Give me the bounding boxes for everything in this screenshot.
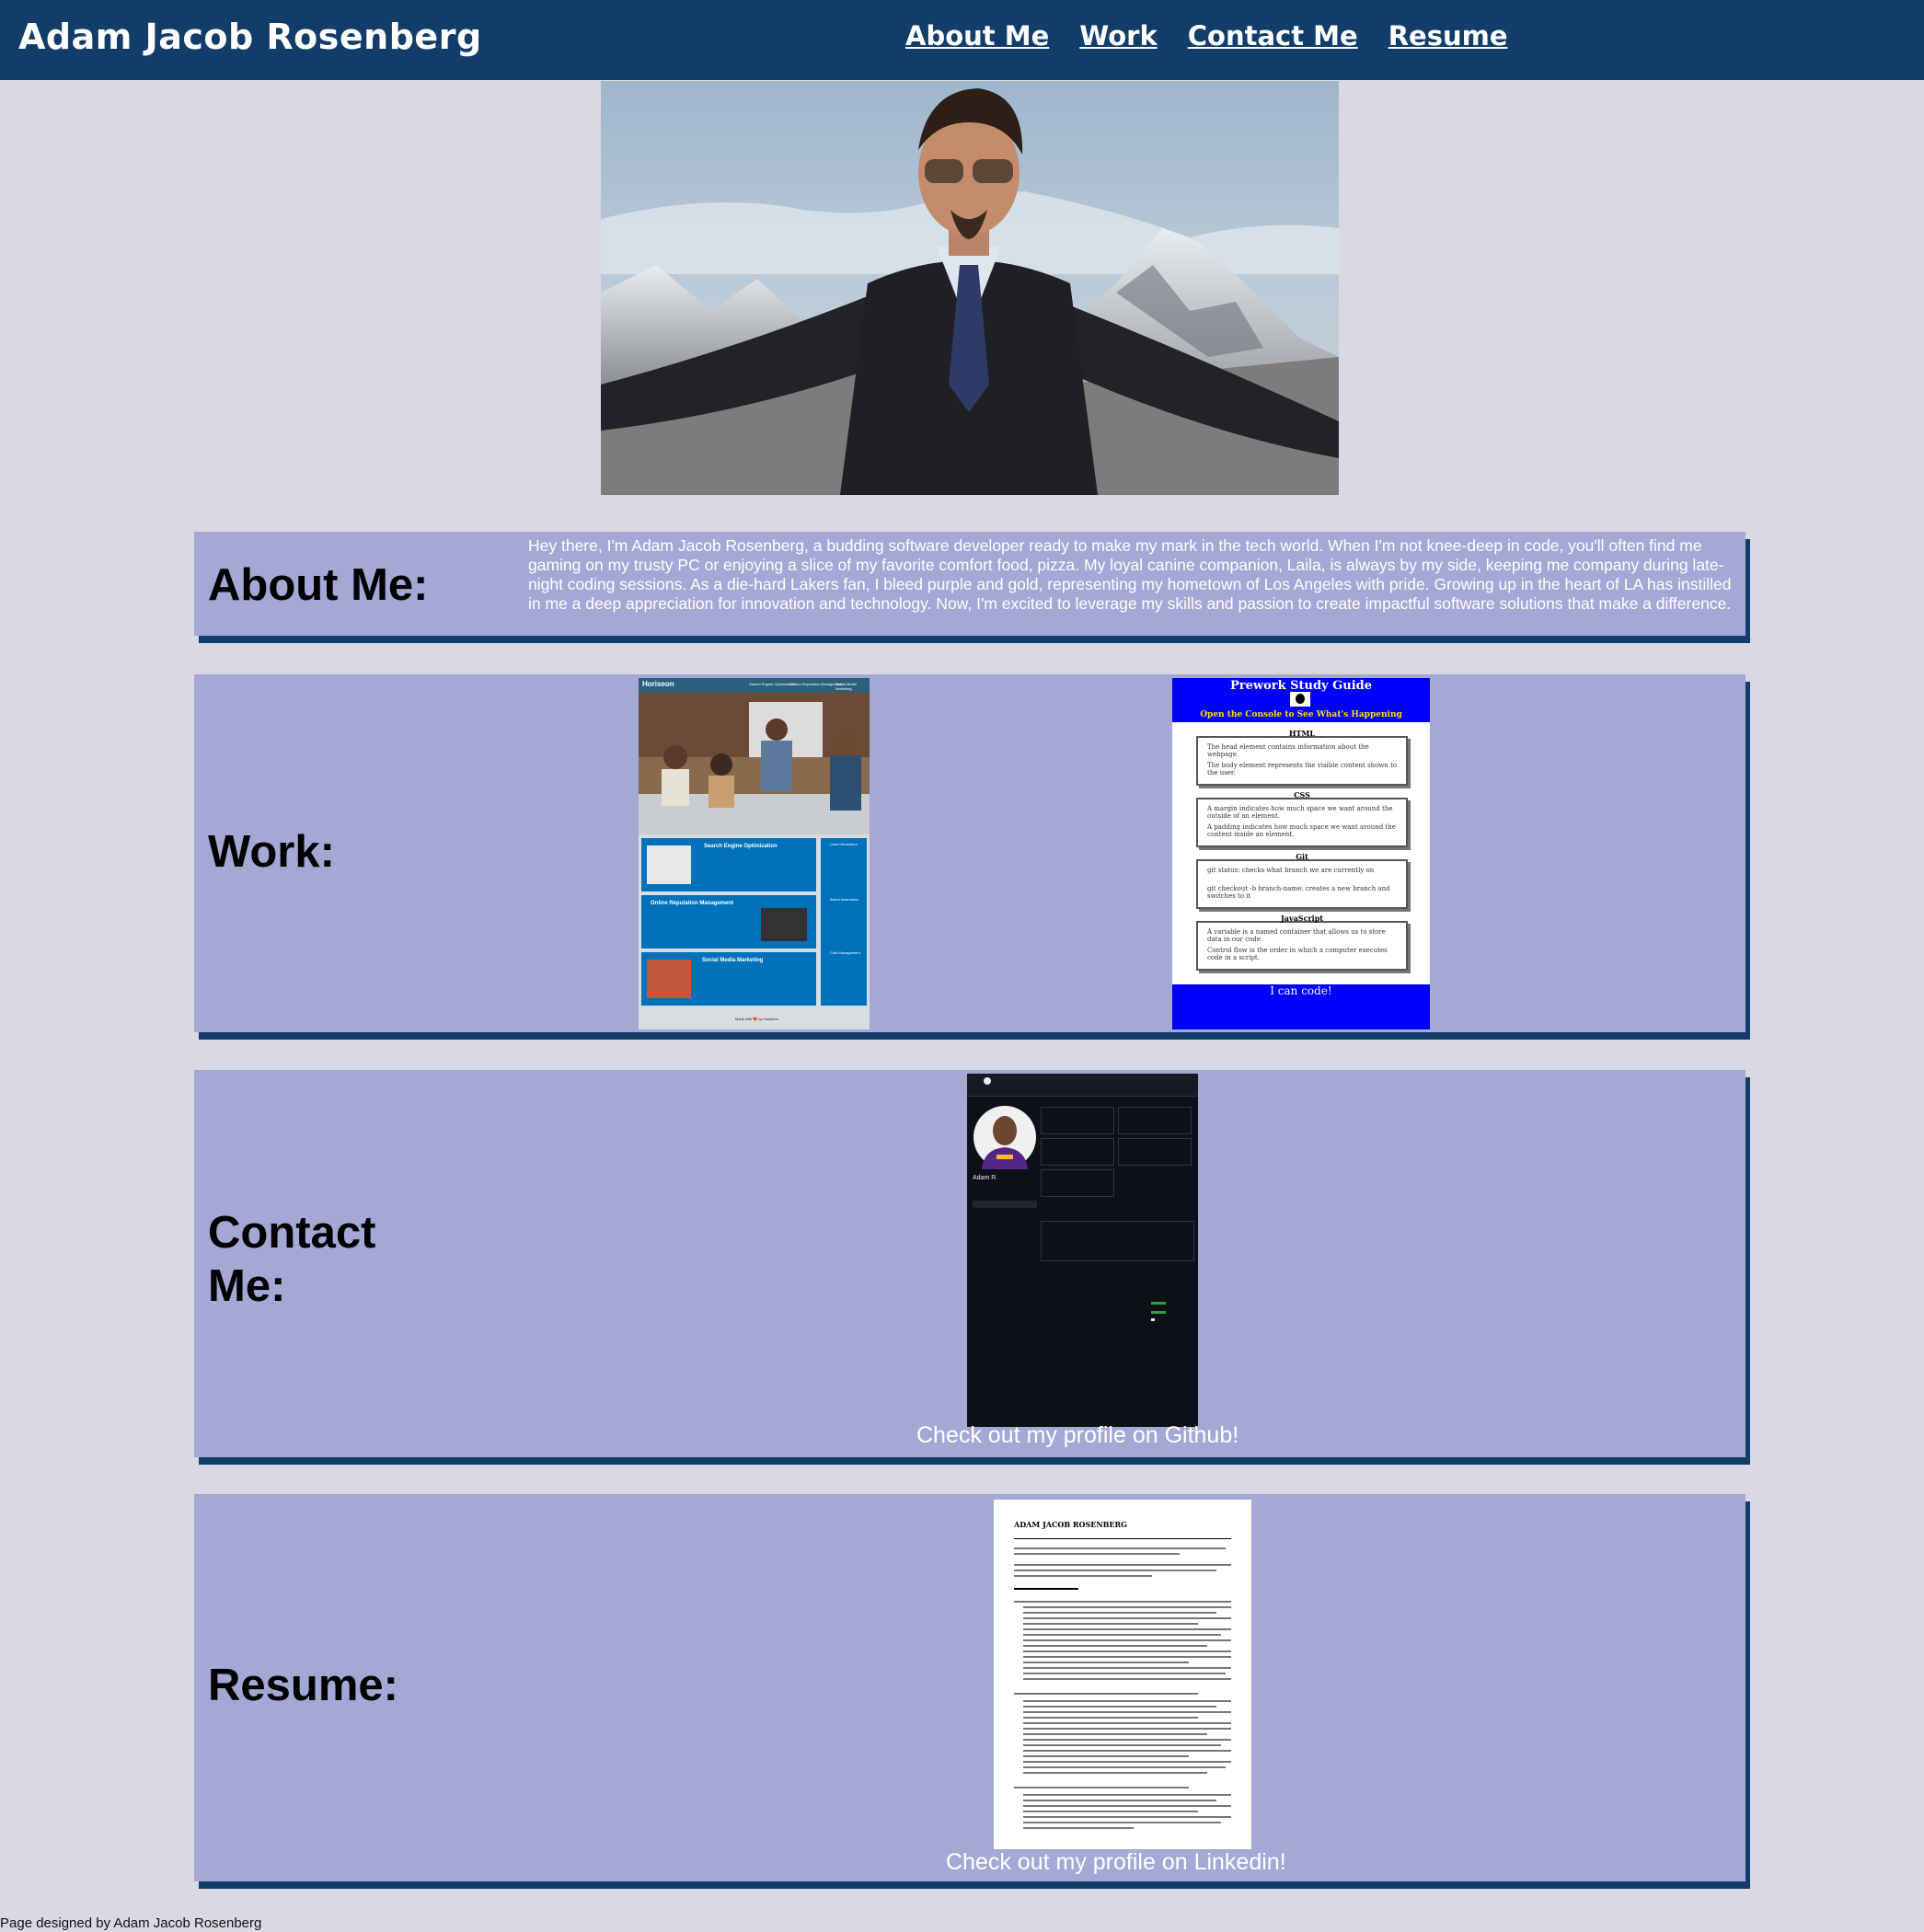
prework-project-link[interactable]: Prework Study Guide Open the Console to … (1172, 678, 1430, 1029)
site-title: Adam Jacob Rosenberg (18, 17, 482, 57)
avatar (974, 1106, 1036, 1169)
prework-topic-title: HTML (1289, 729, 1315, 738)
github-activity (1041, 1267, 1192, 1368)
horiseon-card-2: Online Reputation Management (641, 895, 816, 949)
contact-heading: Contact Me: (208, 1208, 376, 1311)
horiseon-nav-3: Social Media Marketing (835, 682, 857, 691)
linkedin-link[interactable]: Check out my profile on Linkedin! (946, 1849, 1286, 1876)
about-section: About Me: Hey there, I'm Adam Jacob Rose… (194, 532, 1745, 636)
resume-text-lines (1014, 1547, 1231, 1829)
github-repos (1041, 1107, 1192, 1217)
work-heading: Work: (208, 827, 335, 877)
prework-topic-item: git checkout -b branch-name: creates a n… (1207, 885, 1390, 900)
prework-topic-javascript: JavaScript A variable is a named containe… (1196, 914, 1408, 971)
nav-about-me-link[interactable]: About Me (905, 20, 1049, 61)
prework-topic-html: HTML The head element contains informatio… (1196, 729, 1408, 786)
prework-topic-git: Git git status: checks what branch we are… (1196, 852, 1408, 909)
prework-topic-title: Git (1296, 852, 1308, 861)
resume-heading: Resume: (208, 1661, 398, 1710)
hero-photo (601, 81, 1339, 495)
github-profile-name: Adam R. (973, 1175, 998, 1181)
horiseon-sidebar: Lead Generation Brand Awareness Cost Man… (821, 838, 867, 1006)
github-contribution-graph (1041, 1221, 1194, 1261)
octocat-icon (1290, 692, 1310, 707)
main-nav: About Me Work Contact Me Resume (905, 20, 1538, 61)
github-logo-icon (984, 1077, 991, 1085)
resume-section: Resume: ADAM JACOB ROSENBERG Check out m… (194, 1494, 1745, 1881)
horiseon-card-3: Social Media Marketing (641, 952, 816, 1006)
horiseon-card-1: Search Engine Optimization (641, 838, 816, 891)
prework-topic-css: CSS A margin indicates how much space we … (1196, 790, 1408, 847)
github-topbar (967, 1074, 1198, 1097)
prework-header: Prework Study Guide Open the Console to … (1172, 678, 1430, 722)
prework-topic-item: A variable is a named container that all… (1207, 928, 1386, 943)
prework-topic-item: The head element contains information ab… (1207, 743, 1369, 758)
about-text: Hey there, I'm Adam Jacob Rosenberg, a b… (528, 536, 1732, 613)
prework-topic-title: JavaScript (1281, 914, 1323, 923)
prework-topic-item: A padding indicates how much space we wa… (1207, 823, 1396, 838)
nav-work-link[interactable]: Work (1079, 20, 1157, 61)
prework-topic-item: A margin indicates how much space we wan… (1207, 805, 1393, 820)
horiseon-nav-1: Search Engine Optimization (749, 682, 795, 686)
contact-section: Contact Me: Adam R. Check out my profile… (194, 1070, 1745, 1457)
prework-footer: I can code! (1172, 984, 1430, 1029)
prework-topic-item: Control flow is the order in which a com… (1207, 947, 1388, 961)
prework-topic-item: git status: checks what branch we are cu… (1207, 867, 1375, 874)
resume-name: ADAM JACOB ROSENBERG (1014, 1520, 1128, 1529)
page-footer: Page designed by Adam Jacob Rosenberg (0, 1915, 262, 1931)
work-section: Work: Horiseon Search Engine Optimizatio… (194, 674, 1745, 1032)
horiseon-brand: Horiseon (642, 680, 674, 688)
horiseon-nav-2: Online Reputation Management (790, 682, 843, 686)
nav-contact-me-link[interactable]: Contact Me (1188, 20, 1358, 61)
horiseon-project-link[interactable]: Horiseon Search Engine Optimization Onli… (639, 678, 870, 1029)
site-header: Adam Jacob Rosenberg About Me Work Conta… (0, 0, 1924, 80)
resume-document-image[interactable]: ADAM JACOB ROSENBERG (994, 1500, 1251, 1849)
about-heading: About Me: (208, 560, 429, 610)
horiseon-footer: Made with ❤️ by Horiseon (735, 1017, 778, 1021)
nav-resume-link[interactable]: Resume (1388, 20, 1508, 61)
horiseon-hero-image (639, 693, 870, 834)
github-profile-screenshot[interactable]: Adam R. (967, 1074, 1198, 1427)
prework-topic-title: CSS (1294, 790, 1310, 799)
prework-topic-item: The body element represents the visible … (1207, 762, 1398, 776)
github-link[interactable]: Check out my profile on Github! (916, 1422, 1239, 1449)
horiseon-navbar: Horiseon Search Engine Optimization Onli… (639, 678, 870, 693)
